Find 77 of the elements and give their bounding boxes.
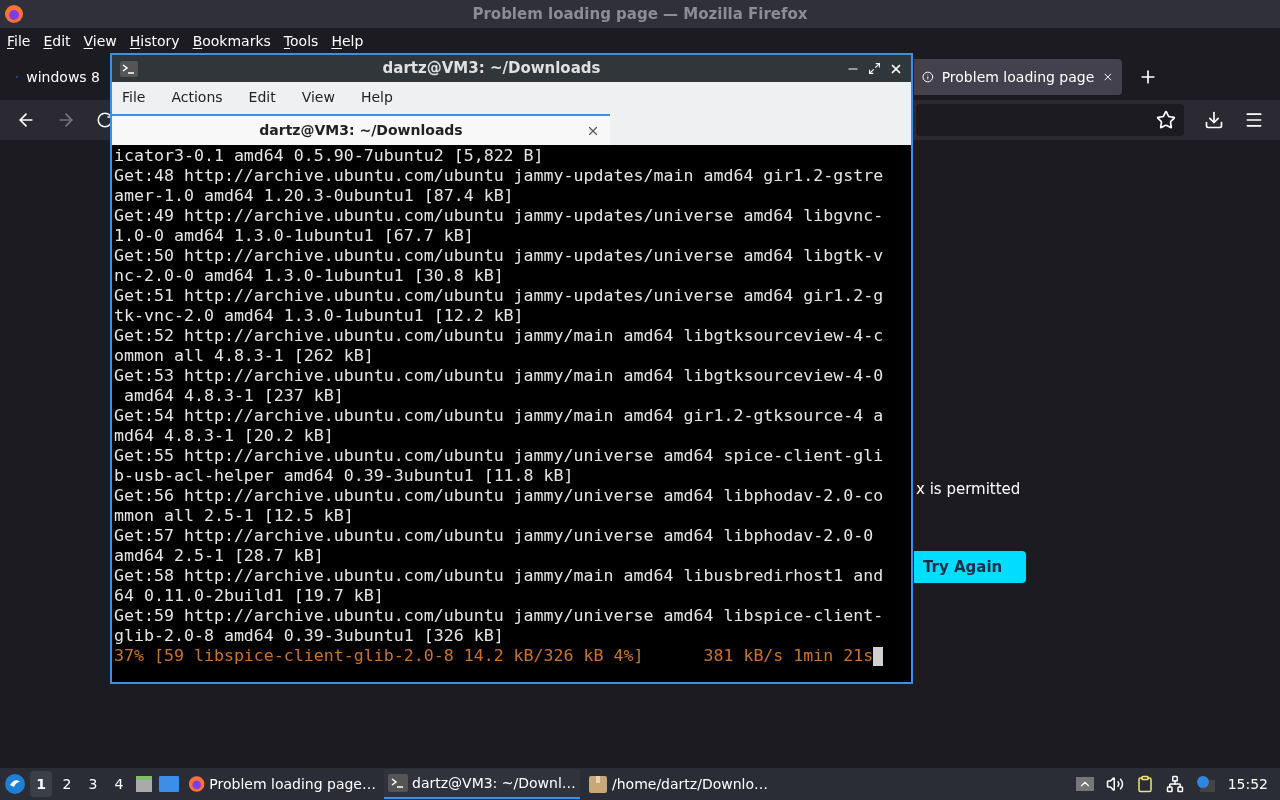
workspace-button[interactable]: 4 [108,771,130,797]
bookmark-star-icon[interactable] [1156,110,1176,130]
output-line: Get:55 http://archive.ubuntu.com/ubuntu jammy/universe amd64 spice-client-gli [114,446,884,466]
tab-label: dartz@VM3: ~/Downloads [259,121,463,140]
workspace-button[interactable]: 2 [56,771,78,797]
tab-label: Problem loading page [941,67,1095,87]
terminal-tab[interactable]: dartz@VM3: ~/Downloads [112,114,610,145]
task-label: dartz@VM3: ~/Downl… [412,773,576,793]
output-line: b-usb-acl-helper amd64 0.39-3ubuntu1 [11.8 kB] [114,466,574,486]
volume-icon[interactable] [1105,775,1124,793]
browser-tab[interactable]: windows 8 [8,59,108,95]
output-line: Get:56 http://archive.ubuntu.com/ubuntu jammy/universe amd64 libphodav-2.0-co [114,486,884,506]
output-line: glib-2.0-8 amd64 0.39-3ubuntu1 [326 kB] [114,626,504,646]
output-line: ommon all 4.8.3-1 [262 kB] [114,346,374,366]
firefox-icon [4,4,24,24]
menu-item[interactable]: File [7,30,31,52]
output-line: Get:54 http://archive.ubuntu.com/ubuntu jammy/main amd64 gir1.2-gtksource-4 a [114,406,884,426]
cursor [873,646,884,666]
menu-item[interactable]: View [83,30,117,52]
output-line: amd64 4.8.3-1 [237 kB] [123,386,344,406]
browser-icon [188,774,206,794]
terminal-icon [120,60,138,77]
output-line: Get:52 http://archive.ubuntu.com/ubuntu jammy/main amd64 libgtksourceview-4-c [114,326,884,346]
clipboard-icon[interactable] [1135,775,1154,793]
package-icon [588,774,608,794]
output-line: 1.0-0 amd64 1.3.0-1ubuntu1 [67.7 kB] [114,226,474,246]
menu-item[interactable]: Help [360,86,393,108]
menu-item[interactable]: Bookmarks [192,30,271,52]
desktop-icon[interactable] [158,775,180,793]
menu-item[interactable]: Edit [248,86,276,108]
menu-item[interactable]: History [129,30,180,52]
task-label: /home/dartz/Downlo… [612,774,769,794]
download-icon[interactable] [1204,110,1224,130]
output-line: Get:53 http://archive.ubuntu.com/ubuntu jammy/main amd64 libgtksourceview-4-0 [114,366,884,386]
output-line: tk-vnc-2.0 amd64 1.3.0-1ubuntu1 [12.2 kB] [114,306,524,326]
task-label: Problem loading page… [209,774,376,794]
workspace-button[interactable]: 3 [82,771,104,797]
menu-item[interactable]: Tools [283,30,319,52]
output-line: icator3-0.1 amd64 0.5.90-7ubuntu2 [5,822 B] [114,146,544,166]
browser-tab[interactable]: Problem loading page [914,59,1122,95]
progress-line: 37% [59 libspice-client-glib-2.0-8 14.2 kB/326 kB 4%] 381 kB/s 1min 21s [114,646,874,666]
workspace-button[interactable]: 1 [30,771,52,797]
try-again-button[interactable]: Try Again [914,551,1026,583]
menu-icon[interactable] [1244,110,1264,130]
menu-item[interactable]: File [122,86,146,108]
terminal-icon [388,774,408,792]
menu-item[interactable]: Help [331,30,364,52]
notification-icon[interactable] [1195,775,1216,793]
output-line: Get:59 http://archive.ubuntu.com/ubuntu jammy/universe amd64 libspice-client- [114,606,884,626]
menu-item[interactable]: View [301,86,335,108]
file-cabinet-icon[interactable] [134,774,154,794]
clock: 15:52 [1227,774,1268,794]
output-line: 64 0.11.0-2build1 [19.7 kB] [114,586,384,606]
output-line: Get:51 http://archive.ubuntu.com/ubuntu jammy-updates/universe amd64 gir1.2-g [114,286,884,306]
output-line: amd64 2.5-1 [28.7 kB] [114,546,324,566]
window-title: Problem loading page — Mozilla Firefox [471,3,809,25]
menu-item[interactable]: Edit [43,30,71,52]
output-line: Get:57 http://archive.ubuntu.com/ubuntu jammy/universe amd64 libphodav-2.0-0 [114,526,874,546]
taskbar-button[interactable]: Problem loading page… [184,769,380,799]
start-menu-icon[interactable] [4,773,26,795]
output-line: amer-1.0 amd64 1.20.3-0ubuntu1 [87.4 kB] [114,186,514,206]
menu-item[interactable]: Actions [171,86,223,108]
info-icon [922,69,934,85]
output-line: Get:49 http://archive.ubuntu.com/ubuntu jammy-updates/universe amd64 libgvnc- [114,206,884,226]
output-line: Get:50 http://archive.ubuntu.com/ubuntu jammy-updates/universe amd64 libgtk-v [114,246,884,266]
network-icon[interactable] [1165,775,1184,793]
taskbar-button[interactable]: /home/dartz/Downlo… [584,769,780,799]
output-line: nc-2.0-0 amd64 1.3.0-1ubuntu1 [30.8 kB] [114,266,504,286]
taskbar-button[interactable]: dartz@VM3: ~/Downl… [384,769,580,799]
output-line: md64 4.8.3-1 [20.2 kB] [114,426,334,446]
tab-label: windows 8 [26,67,100,87]
maximize-icon[interactable] [868,61,881,75]
output-line: Get:48 http://archive.ubuntu.com/ubuntu jammy-updates/main amd64 gir1.2-gstre [114,166,884,186]
window-title: dartz@VM3: ~/Downloads [381,58,602,80]
error-message: x is permitted [916,479,1021,500]
output-line: mmon all 2.5-1 [12.5 kB] [114,506,354,526]
output-line: Get:58 http://archive.ubuntu.com/ubuntu jammy/main amd64 libusbredirhost1 and [114,566,884,586]
